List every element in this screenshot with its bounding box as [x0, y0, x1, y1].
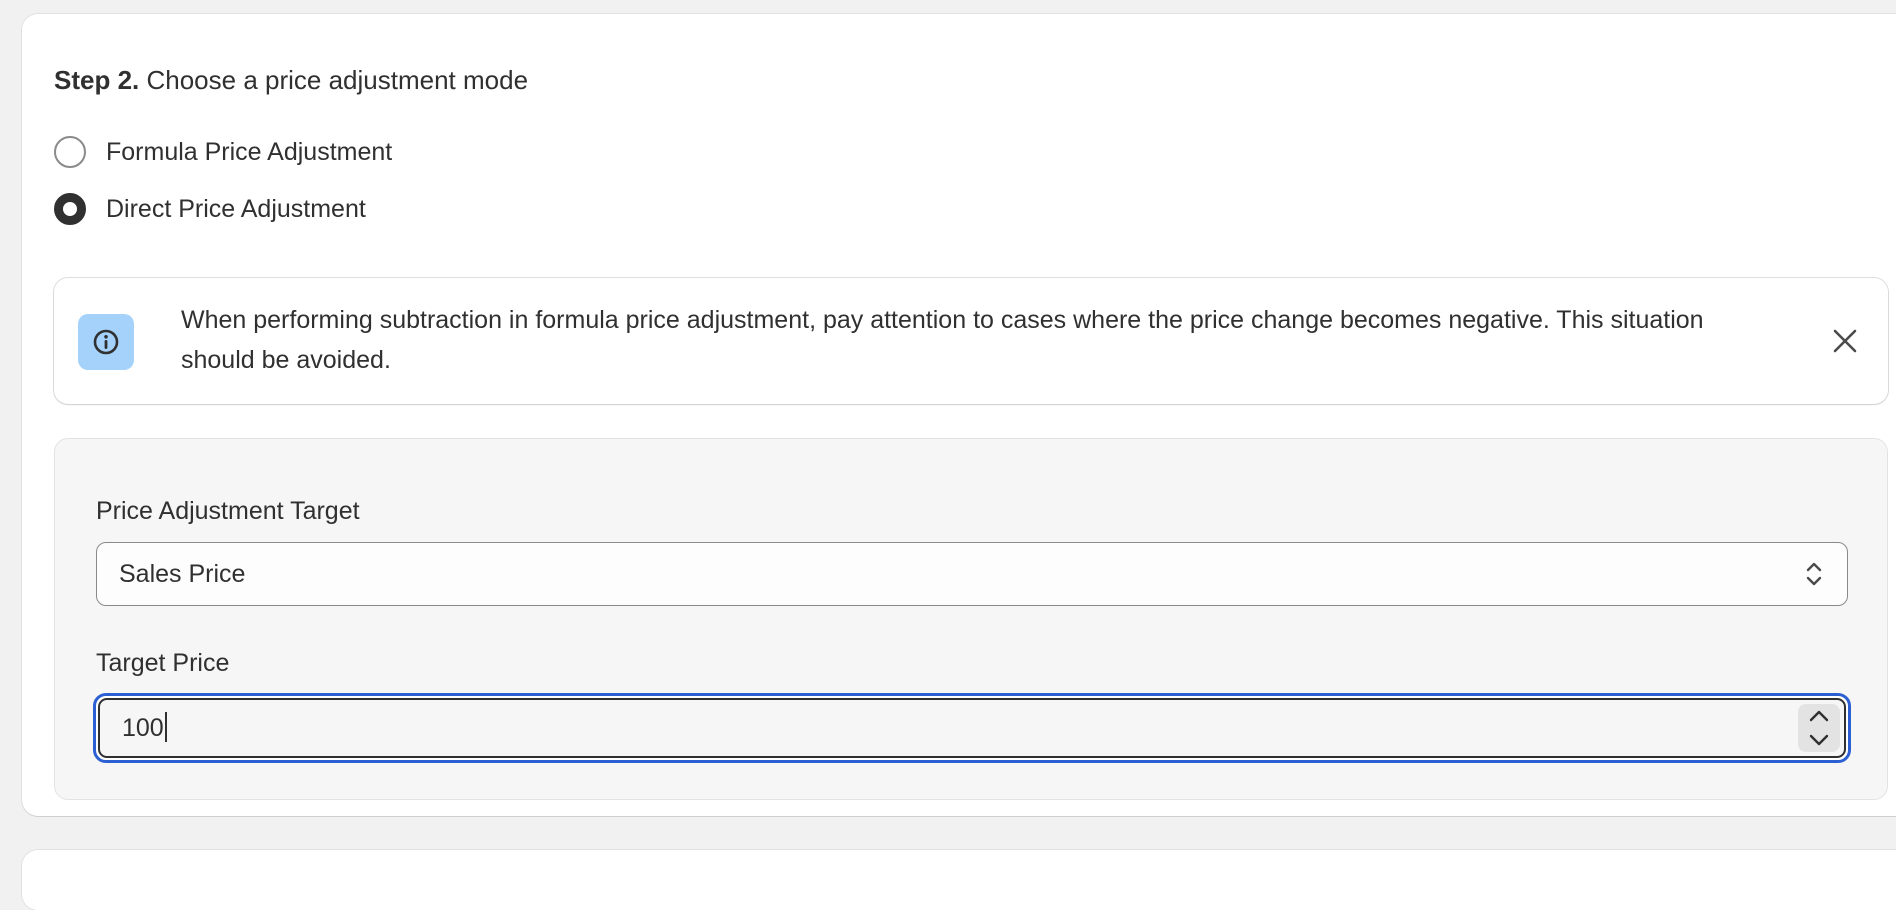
chevron-down-icon[interactable] — [1798, 728, 1840, 752]
banner-message: When performing subtraction in formula p… — [181, 306, 1704, 374]
chevron-up-icon[interactable] — [1798, 704, 1840, 728]
step-number: Step 2. — [54, 65, 140, 95]
radio-checked-icon[interactable] — [54, 193, 86, 225]
next-section-card — [22, 850, 1896, 910]
radio-label-formula: Formula Price Adjustment — [106, 137, 393, 166]
price-adjustment-target-select[interactable]: Sales Price — [96, 542, 1848, 606]
info-banner: When performing subtraction in formula p… — [54, 278, 1888, 404]
direct-adjustment-panel: Price Adjustment Target Sales Price Targ… — [54, 438, 1888, 800]
text-caret — [164, 712, 167, 743]
radio-direct-price-adjustment[interactable]: Direct Price Adjustment — [54, 189, 366, 229]
target-price-label: Target Price — [96, 649, 230, 677]
radio-label-direct: Direct Price Adjustment — [106, 194, 366, 223]
number-stepper — [1798, 704, 1840, 752]
adjustment-mode-card: Step 2. Choose a price adjustment mode F… — [22, 14, 1896, 816]
close-icon[interactable] — [1828, 324, 1862, 358]
radio-unchecked-icon[interactable] — [54, 136, 86, 168]
info-icon — [78, 314, 134, 370]
target-price-value: 100 — [122, 714, 164, 742]
select-value: Sales Price — [119, 560, 246, 588]
target-price-input[interactable]: 100 — [98, 698, 1846, 758]
price-adjustment-target-label: Price Adjustment Target — [96, 497, 360, 525]
select-arrows-icon — [1806, 562, 1822, 586]
target-price-focus-ring: 100 — [93, 693, 1851, 763]
step-title: Choose a price adjustment mode — [146, 65, 529, 95]
step-heading: Step 2. Choose a price adjustment mode — [54, 50, 528, 110]
radio-formula-price-adjustment[interactable]: Formula Price Adjustment — [54, 132, 392, 172]
